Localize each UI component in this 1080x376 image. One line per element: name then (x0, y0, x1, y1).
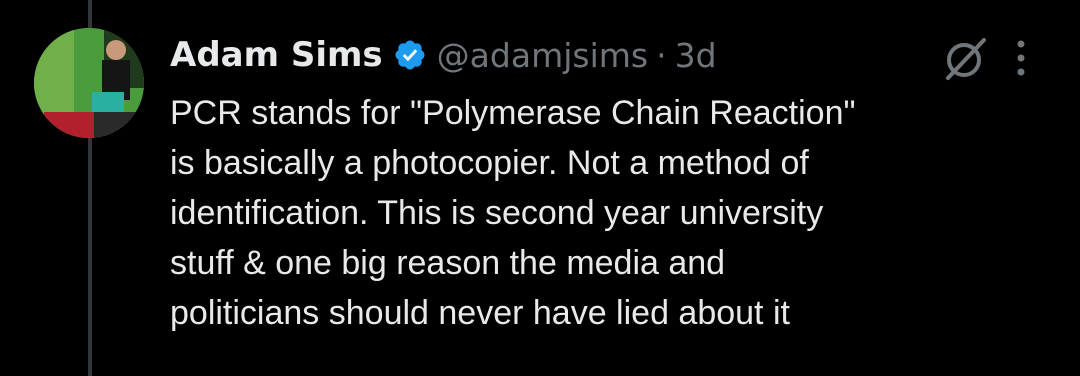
verified-badge-icon (393, 38, 427, 72)
tweet-text-line: stuff & one big reason the media and (170, 244, 726, 282)
separator-dot: · (656, 35, 667, 75)
author-name[interactable]: Adam Sims (170, 35, 383, 75)
avatar[interactable] (34, 28, 144, 138)
tweet-text-line: PCR stands for "Polymerase Chain Reactio… (170, 94, 856, 132)
tweet-text-line: is basically a photocopier. Not a method… (170, 144, 809, 182)
tweet-header: Adam Sims @adamjsims · 3d (170, 30, 717, 80)
tweet-timestamp[interactable]: 3d (675, 36, 717, 75)
tweet-body: PCR stands for "Polymerase Chain Reactio… (170, 88, 1070, 338)
avatar-image (34, 28, 144, 138)
author-handle[interactable]: @adamjsims (437, 36, 648, 75)
grok-icon[interactable] (940, 32, 992, 84)
tweet-text-line: identification. This is second year univ… (170, 194, 824, 232)
tweet-text-line: politicians should never have lied about… (170, 294, 790, 332)
more-options-icon[interactable] (1012, 38, 1030, 80)
